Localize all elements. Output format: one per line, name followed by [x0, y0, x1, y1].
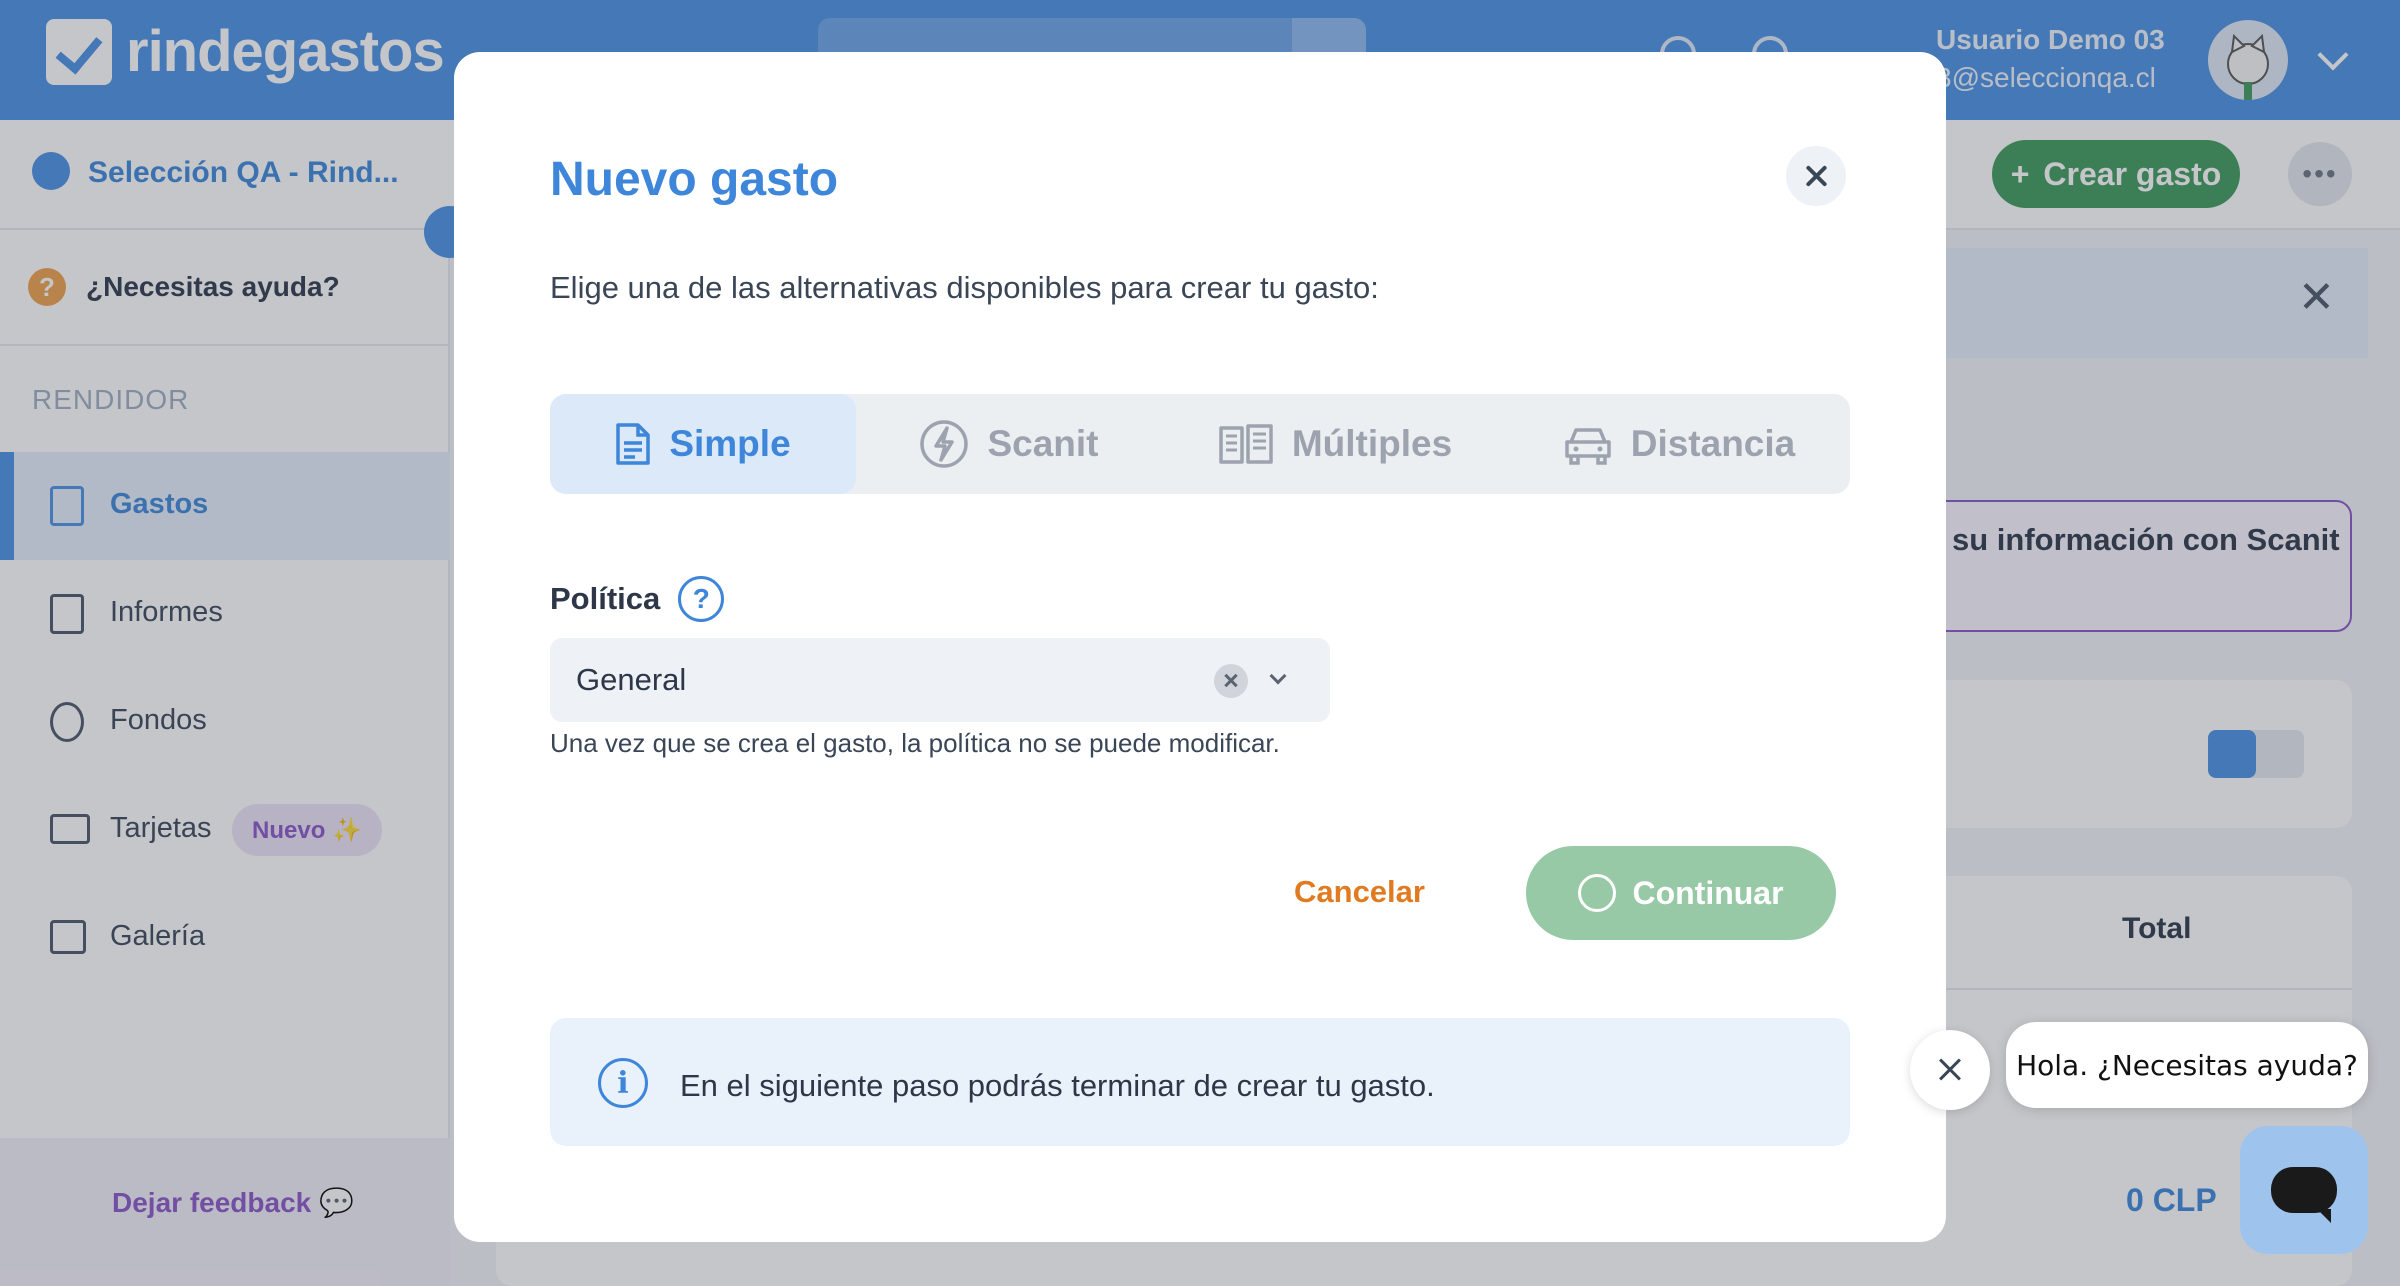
tab-scanit[interactable]: Scanit [856, 394, 1162, 494]
chat-launcher-button[interactable] [2240, 1126, 2368, 1254]
info-icon: i [598, 1058, 648, 1108]
chat-icon [2271, 1167, 2337, 1223]
help-circle-icon[interactable]: ? [678, 576, 725, 622]
chat-dismiss-button[interactable] [1910, 1030, 1990, 1110]
cancel-button[interactable]: Cancelar [1294, 874, 1425, 910]
lightning-icon [920, 420, 969, 468]
chevron-down-icon[interactable] [1269, 667, 1287, 685]
expense-type-tabs: Simple Scanit Múltiples Distancia [550, 394, 1850, 494]
chat-greeting-text: Hola. ¿Necesitas ayuda? [2016, 1048, 2358, 1082]
tab-multiples[interactable]: Múltiples [1162, 394, 1508, 494]
modal-title: Nuevo gasto [550, 153, 839, 206]
policy-select-value: General [576, 662, 687, 697]
continue-button[interactable]: Continuar [1526, 846, 1836, 940]
multiple-docs-icon [1219, 424, 1273, 464]
close-icon[interactable] [1786, 146, 1846, 206]
policy-field-label: Política ? [550, 576, 725, 622]
loading-spinner-icon [1578, 874, 1617, 912]
tab-label: Scanit [987, 423, 1099, 464]
continue-label: Continuar [1632, 874, 1784, 911]
new-expense-modal: Nuevo gasto Elige una de las alternativa… [454, 52, 1946, 1242]
chat-greeting-bubble[interactable]: Hola. ¿Necesitas ayuda? [2006, 1022, 2368, 1108]
modal-subtitle: Elige una de las alternativas disponible… [550, 270, 1379, 305]
tab-label: Múltiples [1291, 423, 1453, 464]
car-icon [1564, 428, 1611, 465]
clear-selection-icon[interactable] [1214, 664, 1248, 698]
tab-label: Distancia [1630, 423, 1796, 464]
info-box: i En el siguiente paso podrás terminar d… [550, 1018, 1850, 1146]
policy-label: Política [550, 581, 661, 616]
document-icon [616, 423, 651, 465]
policy-select[interactable]: General [550, 638, 1330, 722]
info-text: En el siguiente paso podrás terminar de … [680, 1068, 1435, 1103]
tab-distancia[interactable]: Distancia [1508, 394, 1850, 494]
tab-simple[interactable]: Simple [550, 394, 856, 494]
tab-label: Simple [669, 423, 791, 464]
policy-helper-text: Una vez que se crea el gasto, la polític… [550, 728, 1280, 758]
